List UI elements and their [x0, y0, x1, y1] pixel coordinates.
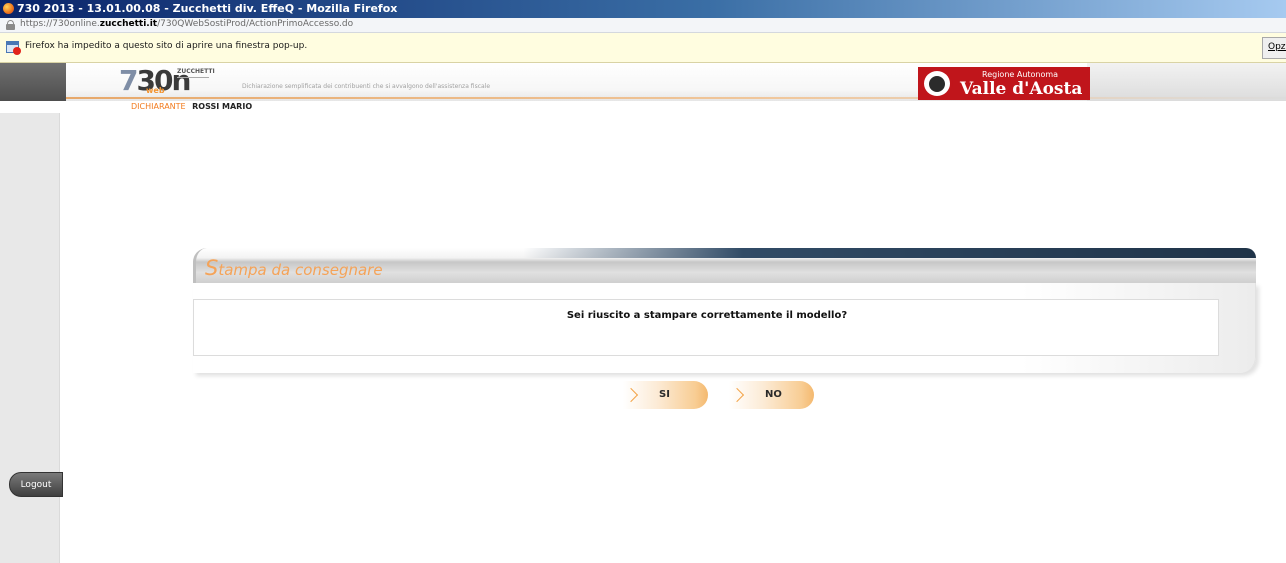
declarant-info: DICHIARANTE ROSSI MARIO	[131, 102, 252, 111]
firefox-icon	[3, 3, 14, 14]
popup-blocked-icon	[6, 41, 21, 55]
window-title-bar: 730 2013 - 13.01.00.08 - Zucchetti div. …	[0, 0, 1286, 18]
question-box: Sei riuscito a stampare correttamente il…	[193, 299, 1219, 356]
app-logo: 730n web	[119, 64, 191, 97]
app-logo-web: web	[146, 86, 165, 95]
popup-blocked-message: Firefox ha impedito a questo sito di apr…	[25, 41, 308, 51]
declarant-label: DICHIARANTE	[131, 102, 186, 111]
panel-title: Stampa da consegnare	[205, 256, 383, 280]
header-divider	[66, 97, 1286, 99]
chevron-right-icon	[735, 388, 745, 402]
app-tagline: Dichiarazione semplificata dei contribue…	[242, 83, 491, 90]
url-text[interactable]: https://730online.zucchetti.it/730QWebSo…	[20, 19, 353, 29]
chevron-right-icon	[629, 388, 639, 402]
app-header: 730n web ZUCCHETTI Dichiarazione semplif…	[0, 63, 1286, 101]
region-crest-icon	[921, 68, 953, 99]
declarant-name: ROSSI MARIO	[192, 102, 253, 111]
print-question: Sei riuscito a stampare correttamente il…	[566, 310, 848, 321]
yes-button-label: SI	[659, 389, 670, 400]
header-left-band	[0, 63, 66, 101]
window-title: 730 2013 - 13.01.00.08 - Zucchetti div. …	[17, 2, 398, 15]
popup-options-button[interactable]: Opzioni	[1262, 37, 1286, 59]
region-subtitle: Regione Autonoma	[982, 70, 1059, 79]
logout-button[interactable]: Logout	[9, 472, 63, 497]
browser-window: 730 2013 - 13.01.00.08 - Zucchetti div. …	[0, 0, 1286, 563]
no-button[interactable]: NO	[729, 381, 814, 409]
popup-blocked-notification: Firefox ha impedito a questo sito di apr…	[0, 33, 1286, 63]
lock-icon	[6, 20, 15, 30]
region-name: Valle d'Aosta	[960, 79, 1083, 99]
no-button-label: NO	[765, 389, 782, 400]
yes-button[interactable]: SI	[623, 381, 708, 409]
region-logo: Regione Autonoma Valle d'Aosta	[918, 67, 1090, 100]
panel-header: Stampa da consegnare	[193, 248, 1256, 283]
zucchetti-brand: ZUCCHETTI	[177, 68, 215, 78]
header-right-band	[1087, 63, 1286, 101]
address-bar[interactable]: https://730online.zucchetti.it/730QWebSo…	[0, 18, 1286, 33]
